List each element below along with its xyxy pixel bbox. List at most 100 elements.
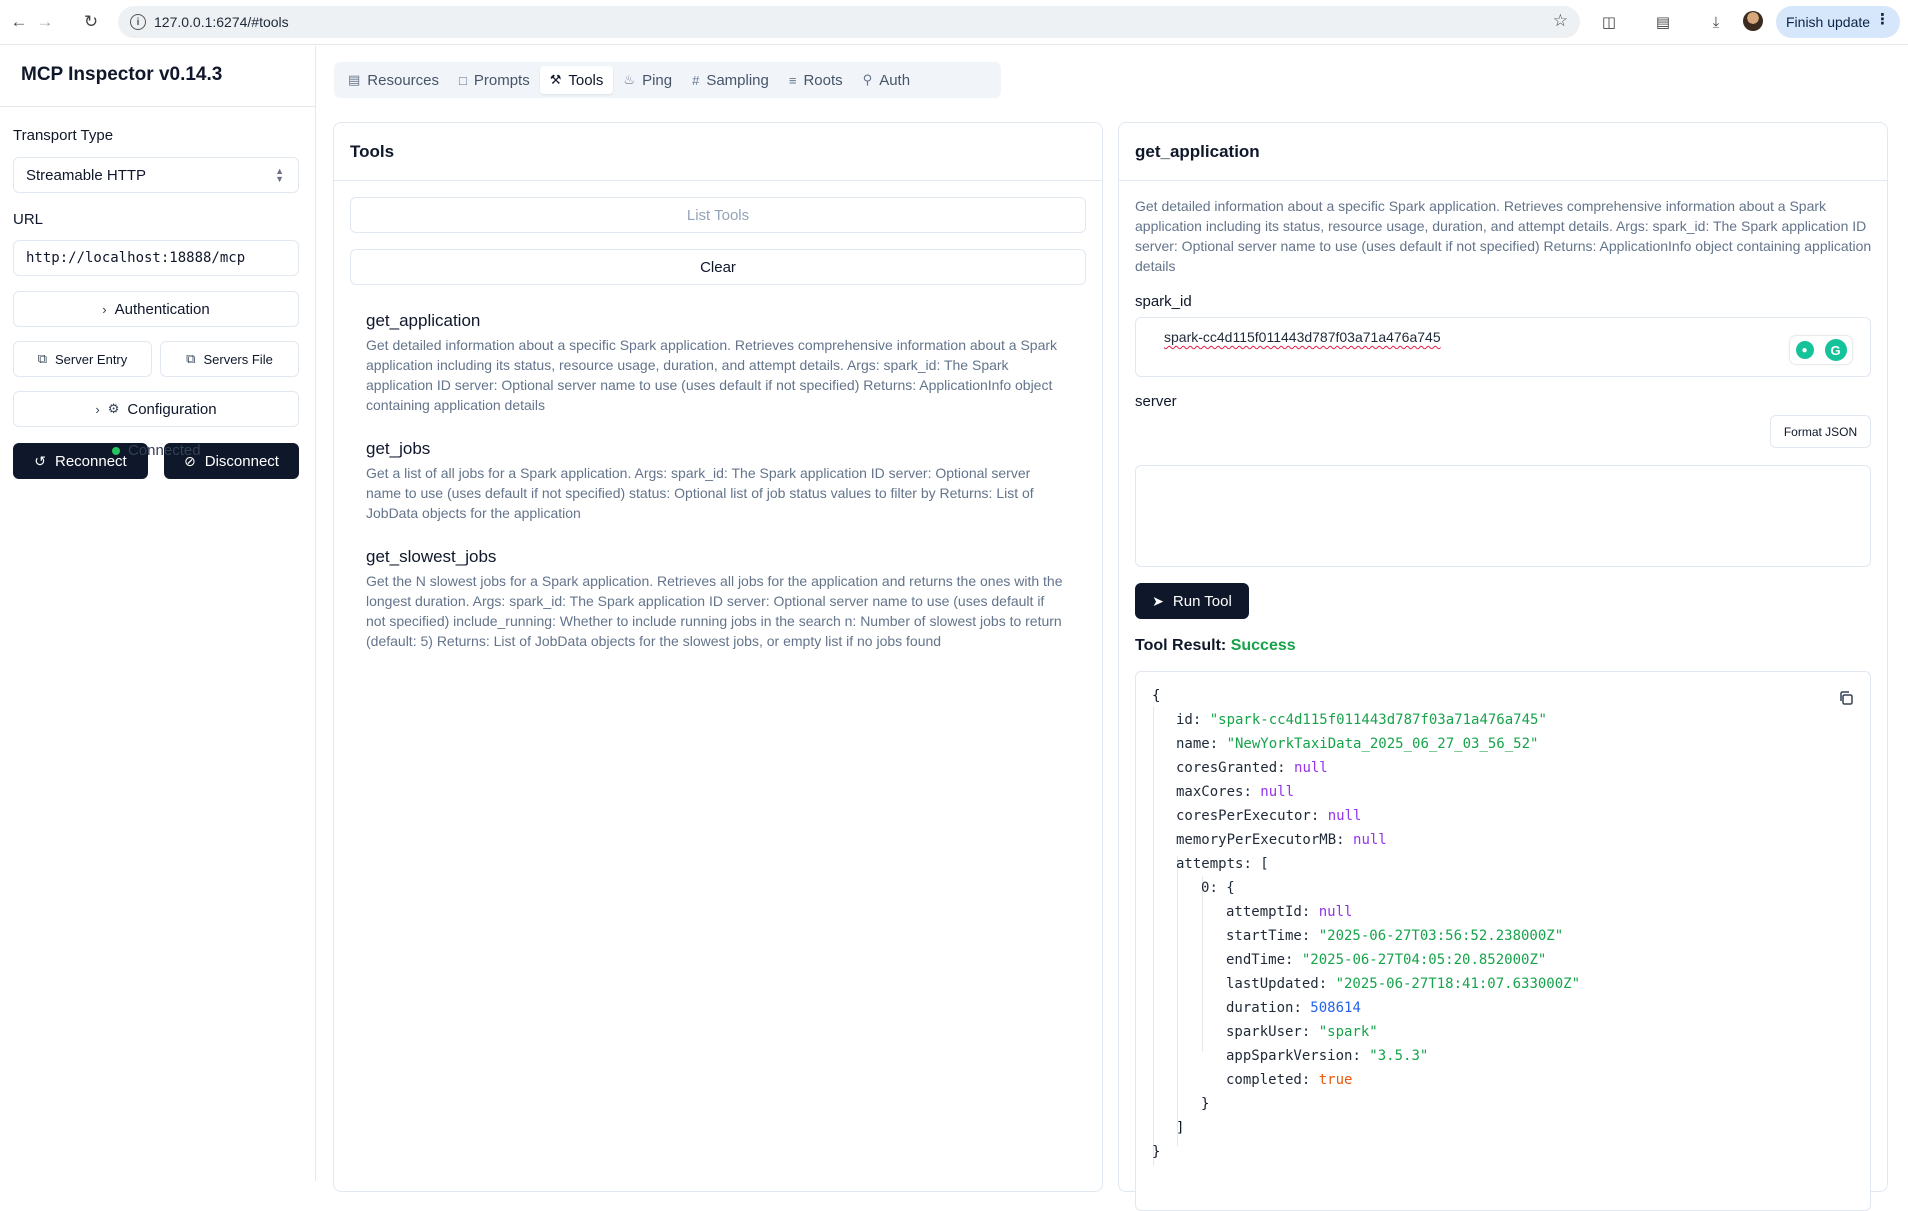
json-key: name <box>1176 736 1210 752</box>
tab-prompts[interactable]: □ Prompts <box>449 66 540 94</box>
json-key: attempts <box>1176 856 1244 872</box>
indent-guide <box>1202 876 1203 1052</box>
site-info-icon[interactable]: i <box>130 14 146 30</box>
back-icon[interactable]: ← <box>8 11 30 33</box>
chevron-right-icon: › <box>102 301 107 317</box>
json-key: attemptId <box>1226 904 1302 920</box>
tab-label: Ping <box>642 71 673 89</box>
servers-file-button[interactable]: ⧉ Servers File <box>160 341 299 377</box>
transport-type-select[interactable]: Streamable HTTP ▲ ▼ <box>13 157 299 193</box>
app-title: MCP Inspector v0.14.3 <box>21 64 223 85</box>
authentication-button[interactable]: › Authentication <box>13 291 299 327</box>
servers-file-label: Servers File <box>203 351 273 367</box>
json-attempt-close: } <box>1201 1096 1210 1112</box>
extensions-icon[interactable]: ◫ <box>1598 11 1620 33</box>
json-value: "NewYorkTaxiData_2025_06_27_03_56_52" <box>1226 736 1539 752</box>
json-key: lastUpdated <box>1226 976 1319 992</box>
json-line: name: "NewYorkTaxiData_2025_06_27_03_56_… <box>1176 736 1539 752</box>
json-value: "spark-cc4d115f011443d787f03a71a476a745" <box>1209 712 1547 728</box>
tab-label: Resources <box>367 71 439 89</box>
tab-label: Sampling <box>706 71 769 89</box>
bookmark-star-icon[interactable]: ☆ <box>1553 11 1568 31</box>
tool-description: Get detailed information about a specifi… <box>366 337 1058 413</box>
json-key: id <box>1176 712 1193 728</box>
server-entry-label: Server Entry <box>55 351 128 367</box>
tab-label: Auth <box>879 71 911 89</box>
json-value: "spark" <box>1318 1024 1378 1040</box>
json-line: startTime: "2025-06-27T03:56:52.238000Z" <box>1226 928 1564 944</box>
copy-icon[interactable] <box>1838 690 1854 706</box>
tab-ping[interactable]: ♨ Ping <box>613 66 682 94</box>
list-tools-button[interactable]: List Tools <box>350 197 1086 233</box>
transport-type-label: Transport Type <box>13 127 114 144</box>
json-value: "2025-06-27T04:05:20.852000Z" <box>1301 952 1547 968</box>
server-entry-button[interactable]: ⧉ Server Entry <box>13 341 152 377</box>
tool-item[interactable]: get_jobs Get a list of all jobs for a Sp… <box>366 439 1066 523</box>
format-json-button[interactable]: Format JSON <box>1770 415 1871 448</box>
spark-id-input[interactable]: spark-cc4d115f011443d787f03a71a476a745 ●… <box>1135 317 1871 377</box>
json-result-viewer: { id: "spark-cc4d115f011443d787f03a71a47… <box>1135 671 1871 1211</box>
indent-guide <box>1177 856 1178 1146</box>
json-key: endTime <box>1226 952 1286 968</box>
json-key: maxCores <box>1176 784 1244 800</box>
download-icon[interactable]: ⤓ <box>1705 11 1727 33</box>
json-line: 0: { <box>1201 880 1235 896</box>
status-text: Connected <box>128 442 201 459</box>
url-label: URL <box>13 211 44 228</box>
run-tool-button[interactable]: ➤ Run Tool <box>1135 583 1249 619</box>
tool-name: get_slowest_jobs <box>366 547 497 566</box>
forward-icon[interactable]: → <box>34 11 56 33</box>
json-key: memoryPerExecutorMB <box>1176 832 1337 848</box>
reload-icon[interactable]: ↻ <box>80 11 102 33</box>
json-line: coresGranted: null <box>1176 760 1328 776</box>
clear-label: Clear <box>700 258 736 276</box>
folder-tree-icon: ≡ <box>788 72 797 88</box>
json-line: maxCores: null <box>1176 784 1295 800</box>
json-value: null <box>1327 808 1362 824</box>
tab-search-icon[interactable]: ▤ <box>1652 11 1674 33</box>
tab-label: Prompts <box>473 71 530 89</box>
grammarly-icon: G <box>1824 339 1847 361</box>
json-key: appSparkVersion <box>1226 1048 1353 1064</box>
chevron-updown-icon: ▲ ▼ <box>275 166 284 184</box>
message-icon: □ <box>459 72 467 88</box>
tool-detail-title: get_application <box>1119 123 1887 181</box>
json-value: { <box>1226 880 1235 896</box>
clear-button[interactable]: Clear <box>350 249 1086 285</box>
tab-tools[interactable]: ⚒ Tools <box>539 66 614 94</box>
finish-update-button[interactable]: Finish update ⋮ <box>1776 6 1900 38</box>
json-line: appSparkVersion: "3.5.3" <box>1226 1048 1429 1064</box>
json-line: endTime: "2025-06-27T04:05:20.852000Z" <box>1226 952 1547 968</box>
json-value: null <box>1260 784 1295 800</box>
spark-id-label: spark_id <box>1135 293 1192 310</box>
grammarly-widget[interactable]: ● G <box>1790 336 1852 364</box>
address-bar[interactable]: i 127.0.0.1:6274/#tools ☆ <box>118 6 1580 38</box>
tool-result-status: Success <box>1230 637 1296 654</box>
profile-avatar[interactable] <box>1743 11 1763 31</box>
json-value: null <box>1353 832 1387 848</box>
tool-result-heading: Tool Result: Success <box>1135 637 1296 655</box>
json-value: true <box>1318 1072 1353 1088</box>
status-dot <box>112 446 120 455</box>
url-input[interactable]: http://localhost:18888/mcp <box>13 240 299 276</box>
json-value: [ <box>1260 856 1269 872</box>
tool-item[interactable]: get_slowest_jobs Get the N slowest jobs … <box>366 547 1066 651</box>
server-input[interactable] <box>1135 465 1871 567</box>
configuration-button[interactable]: › ⚙ Configuration <box>13 391 299 427</box>
json-value: 508614 <box>1310 1000 1361 1016</box>
tab-auth[interactable]: ⚲ Auth <box>853 66 920 94</box>
json-value: "3.5.3" <box>1369 1048 1429 1064</box>
hammer-icon: ⚒ <box>549 72 562 87</box>
url-text[interactable]: 127.0.0.1:6274/#tools <box>154 14 289 30</box>
tool-item[interactable]: get_application Get detailed information… <box>366 311 1066 415</box>
configuration-label: Configuration <box>127 400 217 418</box>
tool-detail-description: Get detailed information about a specifi… <box>1135 198 1872 274</box>
browser-toolbar: ← → ↻ i 127.0.0.1:6274/#tools ☆ ◫ ▤ ⤓ Fi… <box>0 0 1908 45</box>
tab-roots[interactable]: ≡ Roots <box>779 66 853 94</box>
tab-sampling[interactable]: # Sampling <box>682 66 779 94</box>
json-close-brace: } <box>1152 1144 1161 1160</box>
authentication-label: Authentication <box>114 300 210 318</box>
tab-resources[interactable]: ▤ Resources <box>338 66 449 94</box>
json-line: sparkUser: "spark" <box>1226 1024 1378 1040</box>
json-line: attemptId: null <box>1226 904 1353 920</box>
